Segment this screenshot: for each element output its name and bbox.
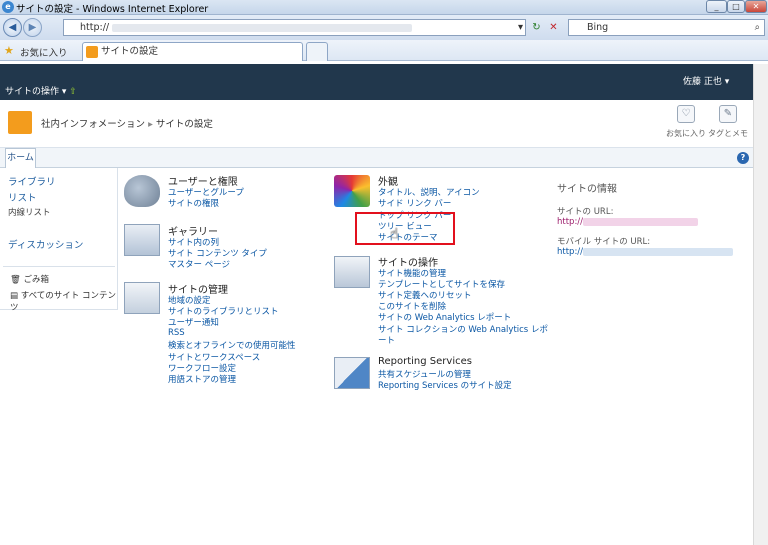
hand-cursor-icon: ☝ xyxy=(390,226,399,242)
link-collection-analytics[interactable]: サイト コレクションの Web Analytics レポ xyxy=(378,323,548,335)
dropdown-arrow-icon[interactable]: ▾ xyxy=(513,19,528,36)
site-url-prefix: http:// xyxy=(557,217,584,227)
address-value: http:// xyxy=(80,22,110,33)
page-header: 社内インフォメーション ▸ サイトの設定 ♡ お気に入り ✎ タグとメモ xyxy=(0,100,753,148)
like-icon: ♡ xyxy=(677,105,695,123)
reporting-title: Reporting Services xyxy=(378,356,472,367)
admin-icon xyxy=(124,282,160,314)
mobile-url-prefix: http:// xyxy=(557,247,584,257)
sharepoint-tab-icon xyxy=(86,46,98,58)
recycle-bin-icon: 🗑 xyxy=(10,275,21,285)
close-button[interactable]: ✕ xyxy=(745,0,767,13)
breadcrumb-page: サイトの設定 xyxy=(155,119,213,130)
highlight-box xyxy=(355,212,455,245)
all-content-label: すべてのサイト コンテンツ xyxy=(10,291,117,313)
address-input[interactable]: http:// xyxy=(63,19,526,36)
stop-icon[interactable]: ✕ xyxy=(546,19,561,36)
tags-notes-button[interactable]: ✎ タグとメモ xyxy=(706,105,750,139)
url-redacted xyxy=(112,23,413,32)
nav-recycle-bin[interactable]: 🗑 ごみ箱 xyxy=(10,273,49,285)
help-icon[interactable]: ? xyxy=(737,152,749,164)
site-actions-menu[interactable]: サイトの操作 ▾ ⇧ xyxy=(5,84,77,97)
link-site-permissions[interactable]: サイトの権限 xyxy=(168,197,219,209)
new-tab-button[interactable] xyxy=(306,42,328,61)
search-input[interactable]: Bing ⌕ xyxy=(568,19,765,36)
link-collection-analytics-cont[interactable]: ート xyxy=(378,334,395,346)
vertical-scrollbar[interactable] xyxy=(753,64,768,545)
link-alerts[interactable]: ユーザー通知 xyxy=(168,316,219,328)
mobile-url-label: モバイル サイトの URL: xyxy=(557,237,651,247)
navigate-up-icon[interactable]: ⇧ xyxy=(69,87,77,97)
ie-logo-icon: e xyxy=(2,1,14,13)
user-name: 佐藤 正也 xyxy=(683,77,722,87)
ribbon: ホーム ? xyxy=(0,148,753,168)
nav-all-content[interactable]: ▤ すべてのサイト コンテンツ xyxy=(10,289,117,313)
search-engine-label: Bing xyxy=(587,22,609,33)
favorites-button[interactable]: お気に入り xyxy=(20,45,68,59)
site-info-title: サイトの情報 xyxy=(557,184,617,195)
site-url-label: サイトの URL: xyxy=(557,207,614,217)
tab-label: サイトの設定 xyxy=(101,46,159,57)
link-site-analytics[interactable]: サイトの Web Analytics レポート xyxy=(378,311,511,323)
link-quick-launch[interactable]: サイド リンク バー xyxy=(378,197,451,209)
search-icon[interactable]: ⌕ xyxy=(755,20,760,35)
nav-lists[interactable]: リスト xyxy=(8,190,37,204)
tags-label: タグとメモ xyxy=(708,129,748,138)
star-icon: ★ xyxy=(4,44,14,57)
link-reporting-settings[interactable]: Reporting Services のサイト設定 xyxy=(378,379,512,391)
nav-discussions[interactable]: ディスカッション xyxy=(8,237,83,251)
breadcrumb-site[interactable]: 社内インフォメーション xyxy=(41,119,145,130)
site-top-nav: サイトの操作 ▾ ⇧ 佐藤 正也 ▾ xyxy=(0,64,753,100)
link-rss[interactable]: RSS xyxy=(168,328,185,338)
site-url-value: http:// xyxy=(557,217,699,227)
breadcrumb: 社内インフォメーション ▸ サイトの設定 xyxy=(41,119,213,130)
window-titlebar: e サイトの設定 - Windows Internet Explorer _ □… xyxy=(0,0,768,15)
user-menu[interactable]: 佐藤 正也 ▾ xyxy=(683,74,729,87)
back-button[interactable]: ◀ xyxy=(3,18,22,37)
window-title: サイトの設定 - Windows Internet Explorer xyxy=(16,4,209,15)
maximize-button[interactable]: □ xyxy=(727,0,745,13)
nav-inner-list[interactable]: 内線リスト xyxy=(8,206,51,218)
users-icon xyxy=(124,175,160,207)
browser-tab[interactable]: サイトの設定 xyxy=(82,42,303,61)
link-master-pages[interactable]: マスター ページ xyxy=(168,258,230,270)
tag-icon: ✎ xyxy=(719,105,737,123)
forward-button[interactable]: ▶ xyxy=(23,18,42,37)
i-like-it-button[interactable]: ♡ お気に入り xyxy=(664,105,708,139)
reporting-icon xyxy=(334,357,370,389)
quick-launch: ライブラリ リスト 内線リスト ディスカッション 🗑 ごみ箱 ▤ すべてのサイト… xyxy=(0,168,118,313)
look-feel-icon xyxy=(334,175,370,207)
address-bar-row: ◀ ▶ http:// ▾ ↻ ✕ Bing ⌕ xyxy=(0,15,768,40)
tab-home[interactable]: ホーム xyxy=(5,148,36,168)
link-search-offline[interactable]: 検索とオフラインでの使用可能性 xyxy=(168,339,296,351)
site-actions-icon xyxy=(334,256,370,288)
all-content-icon: ▤ xyxy=(10,291,19,301)
mobile-url-value: http:// xyxy=(557,247,734,257)
minimize-button[interactable]: _ xyxy=(706,0,727,13)
gallery-icon xyxy=(124,224,160,256)
recycle-bin-label: ごみ箱 xyxy=(23,275,50,285)
favorites-bar: ★ お気に入り サイトの設定 xyxy=(0,40,768,61)
link-term-store[interactable]: 用語ストアの管理 xyxy=(168,373,236,385)
like-label: お気に入り xyxy=(666,129,706,138)
site-logo-icon xyxy=(8,111,32,134)
nav-libraries[interactable]: ライブラリ xyxy=(8,174,56,188)
site-actions-label: サイトの操作 xyxy=(5,87,60,97)
refresh-icon[interactable]: ↻ xyxy=(529,19,544,36)
